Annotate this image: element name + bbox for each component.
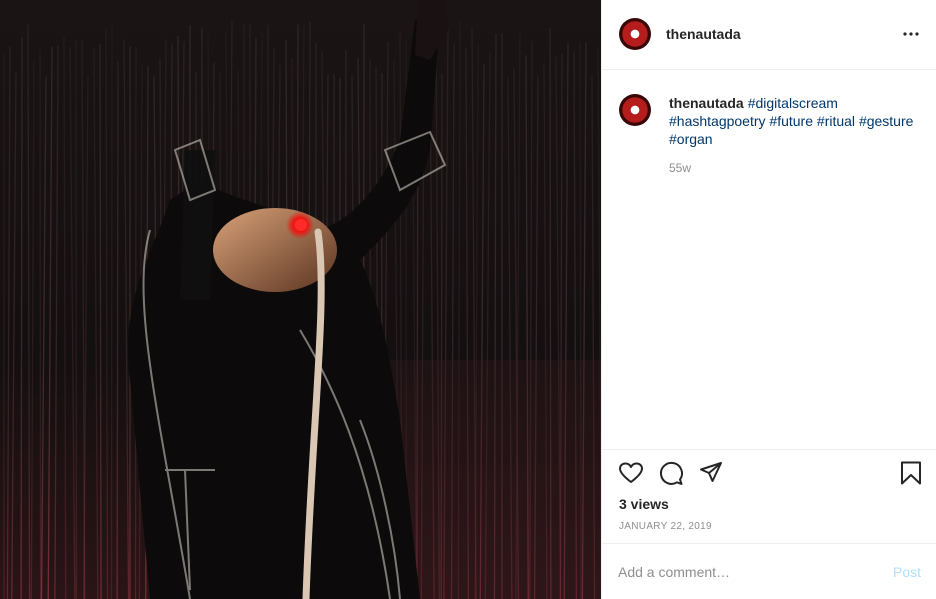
- video-frame: [0, 0, 601, 599]
- share-icon[interactable]: [698, 460, 724, 486]
- comment-icon[interactable]: [658, 460, 684, 486]
- post-comment-button[interactable]: Post: [893, 564, 921, 580]
- avatar[interactable]: [619, 18, 651, 50]
- comment-bar: Post: [602, 543, 936, 599]
- hashtag-link[interactable]: #ritual: [817, 113, 855, 129]
- header-username[interactable]: thenautada: [666, 26, 741, 42]
- hashtag-link[interactable]: #hashtagpoetry: [669, 113, 766, 129]
- caption-text: thenautada #digitalscream #hashtagpoetry …: [669, 94, 919, 148]
- time-ago[interactable]: 55w: [669, 161, 691, 175]
- heart-icon[interactable]: [618, 460, 644, 486]
- post-video[interactable]: [0, 0, 601, 599]
- hashtag-link[interactable]: #gesture: [859, 113, 913, 129]
- post-header: thenautada: [602, 0, 936, 70]
- comment-input[interactable]: [618, 558, 878, 586]
- caption-avatar[interactable]: [619, 94, 651, 126]
- action-bar: [602, 449, 936, 493]
- post-details-panel: thenautada thenautada #digitalscream #has…: [601, 0, 936, 599]
- hashtag-link[interactable]: #future: [769, 113, 813, 129]
- bookmark-icon[interactable]: [898, 460, 924, 486]
- hashtag-link[interactable]: #organ: [669, 131, 713, 147]
- view-count[interactable]: 3 views: [619, 496, 669, 512]
- post-date: JANUARY 22, 2019: [619, 521, 712, 532]
- hashtag-link[interactable]: #digitalscream: [748, 95, 838, 111]
- caption-username[interactable]: thenautada: [669, 95, 744, 111]
- more-icon[interactable]: [901, 24, 921, 44]
